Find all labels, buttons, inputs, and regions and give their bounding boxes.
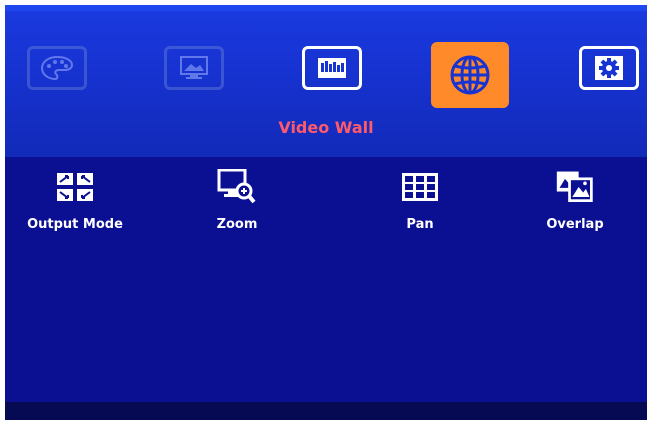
menu-item-output-mode[interactable]: Output Mode [15,167,135,232]
gear-icon[interactable] [579,46,639,90]
osd-screen: Video Wall Output Mode Zoom Pan Overlap [5,5,647,420]
video-wall-icon[interactable] [302,46,362,90]
overlap-icon [555,167,595,207]
menu-item-label: Pan [406,217,434,232]
globe-icon[interactable] [431,42,509,108]
display-picture-icon[interactable] [164,46,224,90]
menu-item-overlap[interactable]: Overlap [515,167,635,232]
submenu-panel: Output Mode Zoom Pan Overlap [5,157,647,402]
menu-item-label: Output Mode [27,217,123,232]
bottom-status-bar [5,402,647,420]
menu-item-pan[interactable]: Pan [360,167,480,232]
menu-item-label: Overlap [546,217,604,232]
pan-icon [400,167,440,207]
menu-item-label: Zoom [216,217,258,232]
output-mode-icon [55,167,95,207]
palette-icon[interactable] [27,46,87,90]
top-icon-bar: Video Wall [5,5,647,157]
page-title: Video Wall [278,118,374,137]
zoom-icon [217,167,257,207]
menu-item-zoom[interactable]: Zoom [177,167,297,232]
